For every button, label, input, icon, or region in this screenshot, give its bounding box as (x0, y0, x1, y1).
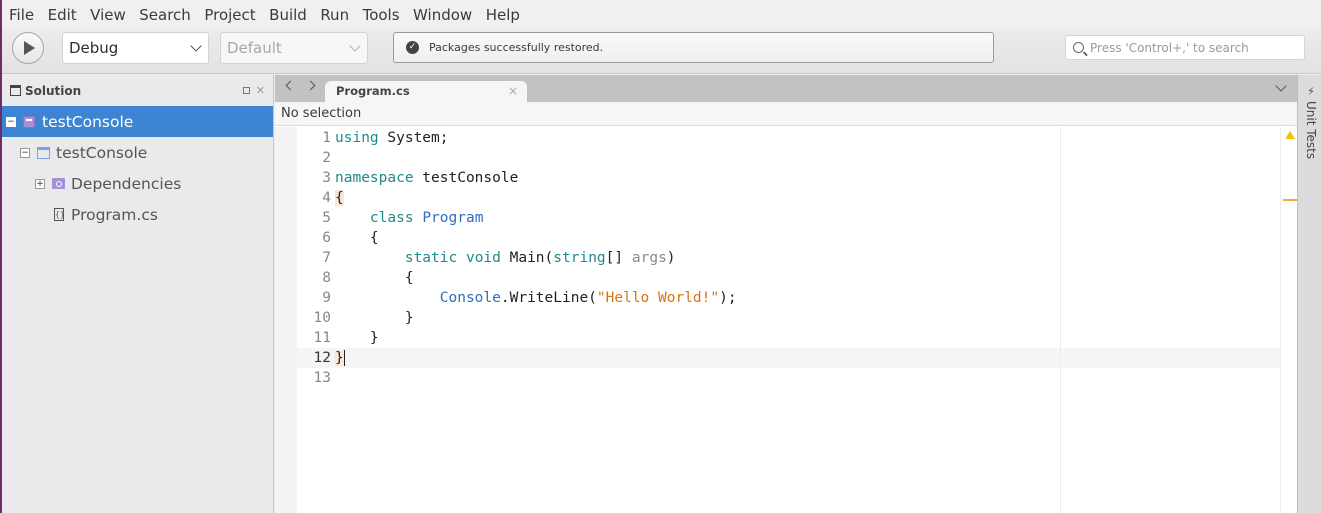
collapse-icon[interactable]: − (20, 147, 30, 158)
menu-edit[interactable]: Edit (48, 6, 77, 24)
code-line: 6 { (322, 230, 379, 246)
search-placeholder: Press 'Control+,' to search (1090, 40, 1249, 55)
tree-item-label: Dependencies (71, 174, 182, 193)
warning-icon[interactable] (1285, 131, 1295, 139)
tab-label: Program.cs (336, 84, 410, 98)
tree-item-solution[interactable]: − testConsole (2, 106, 273, 137)
code-line: 7 static void Main(string[] args) (322, 250, 676, 266)
menu-project[interactable]: Project (204, 6, 255, 24)
path-bar[interactable]: No selection (275, 102, 1297, 126)
tree-item-dependencies[interactable]: + Dependencies (2, 168, 273, 199)
editor-area: Program.cs × No selection 1 using System;… (275, 75, 1297, 513)
code-line: 9 Console.WriteLine("Hello World!"); (322, 290, 737, 306)
tree-item-label: testConsole (56, 143, 148, 162)
configuration-select[interactable]: Debug (62, 32, 209, 64)
play-icon (24, 41, 35, 55)
tree-item-label: Program.cs (71, 205, 158, 224)
status-bar: ✓ Packages successfully restored. (393, 32, 994, 63)
status-text: Packages successfully restored. (429, 41, 604, 54)
menu-view[interactable]: View (90, 6, 126, 24)
run-button[interactable] (12, 32, 44, 64)
tab-list-chevron-icon[interactable] (1275, 80, 1287, 92)
code-line: 4{ (322, 190, 344, 206)
menu-search[interactable]: Search (139, 6, 191, 24)
search-input[interactable]: Press 'Control+,' to search (1065, 35, 1305, 60)
tree-item-project[interactable]: − testConsole (2, 137, 273, 168)
code-line: 13 (313, 370, 331, 386)
menu-tools[interactable]: Tools (363, 6, 400, 24)
tab-program-cs[interactable]: Program.cs × (325, 81, 527, 102)
tree-item-program-cs[interactable]: {} Program.cs (2, 199, 273, 230)
csharp-file-icon: {} (54, 208, 65, 221)
code-line: 11 } (313, 330, 379, 346)
platform-value: Default (227, 39, 282, 57)
menu-file[interactable]: File (9, 6, 34, 24)
tree-item-label: testConsole (42, 112, 134, 131)
right-dock: ⚡ Unit Tests (1297, 75, 1321, 513)
chevron-down-icon (349, 40, 361, 52)
menu-help[interactable]: Help (486, 6, 520, 24)
solution-pad: Solution ✕ − testConsole − testConsole +… (2, 75, 274, 513)
back-icon[interactable] (285, 80, 296, 91)
folder-icon (52, 178, 65, 189)
column-ruler (1060, 127, 1061, 513)
configuration-value: Debug (69, 39, 119, 57)
unit-tests-label: Unit Tests (1304, 101, 1318, 160)
code-line: 10 } (313, 310, 414, 326)
code-line: 1 using System; (322, 130, 449, 146)
check-circle-icon: ✓ (406, 41, 419, 54)
bolt-icon: ⚡ (1307, 85, 1315, 98)
code-line: 2 (322, 150, 331, 166)
solution-pad-icon (10, 85, 21, 96)
solution-icon (23, 115, 35, 128)
code-line: 8 { (322, 270, 414, 286)
toolbar: Debug Default ✓ Packages successfully re… (2, 30, 1321, 74)
menu-bar: File Edit View Search Project Build Run … (2, 0, 1321, 30)
solution-pad-title: Solution (25, 83, 82, 98)
menu-run[interactable]: Run (320, 6, 349, 24)
code-editor[interactable]: 1 using System; 2 3 namespace testConsole … (297, 128, 1297, 513)
menu-build[interactable]: Build (269, 6, 307, 24)
collapse-icon[interactable]: − (6, 116, 16, 127)
close-icon[interactable]: ✕ (256, 84, 265, 97)
text-caret (343, 350, 345, 366)
editor-gutter (275, 127, 297, 513)
forward-icon[interactable] (305, 80, 316, 91)
solution-pad-header: Solution ✕ (2, 75, 273, 106)
unit-tests-pad-button[interactable]: ⚡ Unit Tests (1302, 85, 1320, 159)
expand-icon[interactable]: + (35, 178, 45, 189)
code-line-current: 12} (297, 348, 1297, 368)
search-icon (1073, 42, 1084, 53)
ide-window: File Edit View Search Project Build Run … (0, 0, 1321, 513)
maximize-icon[interactable] (242, 87, 250, 94)
caret-position-marker (1283, 199, 1297, 201)
close-tab-icon[interactable]: × (508, 81, 518, 102)
code-line: 3 namespace testConsole (322, 170, 519, 186)
tab-bar: Program.cs × (275, 75, 1297, 102)
menu-window[interactable]: Window (413, 6, 472, 24)
project-icon (37, 146, 50, 159)
overview-ruler[interactable] (1280, 127, 1297, 513)
platform-select[interactable]: Default (220, 32, 368, 64)
code-line: 5 class Program (322, 210, 484, 226)
chevron-down-icon (190, 40, 202, 52)
